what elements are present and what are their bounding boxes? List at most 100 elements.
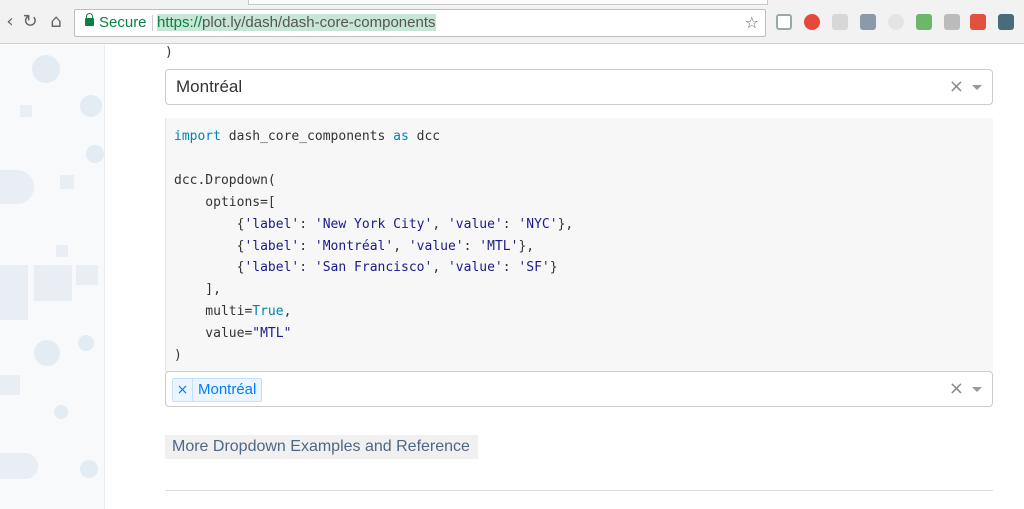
url-host: plot.ly: [202, 14, 242, 31]
extension-icon-4[interactable]: [860, 14, 876, 30]
decorative-sidebar: [0, 45, 105, 509]
address-bar[interactable]: Secure https://plot.ly/dash/dash-core-co…: [74, 9, 766, 37]
code-line: multi=True,: [174, 301, 573, 323]
code-token: :: [502, 216, 519, 232]
decor-shape: [34, 265, 72, 301]
code-token: 'NYC': [518, 216, 558, 232]
code-token: multi=: [174, 304, 253, 320]
code-token: ,: [283, 304, 292, 320]
code-token: :: [299, 216, 315, 232]
code-token: ,: [432, 216, 448, 232]
code-token: 'label': [244, 238, 300, 254]
code-token: },: [557, 216, 574, 232]
selected-chip: × Montréal: [172, 378, 263, 402]
decor-shape: [0, 170, 34, 204]
lock-icon: [85, 13, 94, 26]
code-token: 'value': [447, 260, 503, 276]
reload-icon[interactable]: ↻: [20, 12, 40, 32]
code-token: :: [299, 260, 315, 276]
clear-icon[interactable]: ×: [949, 70, 964, 104]
extension-icon-6[interactable]: [916, 14, 932, 30]
code-text: import dash_core_components as dcc dcc.Dr…: [174, 126, 573, 367]
url-scheme: https://: [157, 14, 203, 31]
code-token: 'New York City': [314, 216, 433, 232]
clear-icon[interactable]: ×: [949, 372, 964, 406]
decor-dot: [32, 55, 60, 83]
code-token: value=: [174, 326, 253, 342]
decor-dot: [80, 95, 102, 117]
code-token: ): [174, 348, 182, 364]
extension-icon-2[interactable]: [804, 14, 820, 30]
code-token: dcc.Dropdown(: [174, 172, 276, 188]
code-token: 'MTL': [479, 238, 519, 254]
divider: [165, 490, 993, 491]
code-line: ): [174, 345, 573, 367]
code-token: dash_core_components: [220, 129, 394, 144]
code-line: {'label': 'New York City', 'value': 'NYC…: [174, 214, 574, 236]
city-dropdown-multi[interactable]: × Montréal ×: [165, 371, 993, 407]
code-line: import dash_core_components as dcc: [174, 126, 573, 148]
url-path: /dash/dash-core-components: [241, 14, 436, 31]
bookmark-star-icon[interactable]: ☆: [745, 10, 759, 36]
decor-shape: [20, 105, 32, 117]
browser-toolbar: ‹ ↻ ⌂ Secure https://plot.ly/dash/dash-c…: [0, 0, 1024, 44]
main-content: ) Montréal × import dash_core_components…: [105, 45, 1024, 509]
decor-shape: [0, 265, 28, 320]
dropdown-arrow-icon[interactable]: [972, 387, 982, 392]
code-line: {'label': 'Montréal', 'value': 'MTL'},: [174, 236, 573, 258]
code-token: {: [174, 216, 245, 232]
extension-icon-5[interactable]: [888, 14, 904, 30]
dropdown-selected-value: Montréal: [176, 77, 243, 96]
decor-dot: [78, 335, 94, 351]
code-token: ,: [432, 260, 448, 276]
code-line: value="MTL": [174, 323, 573, 345]
code-token: 'label': [244, 216, 300, 232]
chip-remove-icon[interactable]: ×: [173, 379, 193, 401]
code-token: }: [549, 260, 558, 276]
extension-icon-3[interactable]: [832, 14, 848, 30]
decor-dot: [86, 145, 104, 163]
code-token: as: [393, 129, 409, 144]
code-line: options=[: [174, 192, 573, 214]
code-token: "MTL": [252, 326, 292, 342]
decor-dot: [54, 405, 68, 419]
code-token: 'San Francisco': [314, 260, 433, 276]
home-icon[interactable]: ⌂: [46, 12, 66, 32]
more-dropdown-examples-link[interactable]: More Dropdown Examples and Reference: [165, 435, 478, 459]
code-block: import dash_core_components as dcc dcc.Dr…: [165, 118, 993, 372]
code-token: 'Montréal': [314, 238, 394, 254]
code-token: dcc: [408, 129, 441, 144]
code-closing-paren: ): [165, 45, 173, 60]
code-token: :: [463, 238, 480, 254]
code-token: ],: [174, 282, 221, 298]
decor-shape: [0, 453, 38, 479]
decor-shape: [60, 175, 74, 189]
secure-label: Secure: [99, 14, 147, 31]
code-token: 'SF': [518, 260, 550, 276]
extension-icon-8[interactable]: [970, 14, 986, 30]
decor-dot: [80, 460, 98, 478]
code-token: ,: [393, 238, 409, 254]
code-token: {: [174, 238, 245, 254]
camera-icon[interactable]: [944, 14, 960, 30]
code-token: },: [518, 238, 535, 254]
back-arrow-icon[interactable]: ‹: [0, 12, 20, 32]
code-token: {: [174, 260, 245, 276]
city-dropdown-single[interactable]: Montréal ×: [165, 69, 993, 105]
browser-tab-edge: [248, 0, 768, 5]
code-token: True: [252, 304, 284, 320]
decor-dot: [34, 340, 60, 366]
code-token: 'value': [447, 216, 503, 232]
decor-shape: [0, 375, 20, 395]
code-line: ],: [174, 279, 573, 301]
extension-icon-9[interactable]: [998, 14, 1014, 30]
url-text[interactable]: https://plot.ly/dash/dash-core-component…: [157, 10, 436, 36]
code-token: 'label': [244, 260, 300, 276]
code-token: import: [174, 129, 221, 144]
extension-icon-1[interactable]: [776, 14, 792, 30]
code-token: options=[: [174, 194, 276, 210]
dropdown-arrow-icon[interactable]: [972, 85, 982, 90]
code-line: dcc.Dropdown(: [174, 170, 573, 192]
address-separator: [152, 15, 153, 31]
